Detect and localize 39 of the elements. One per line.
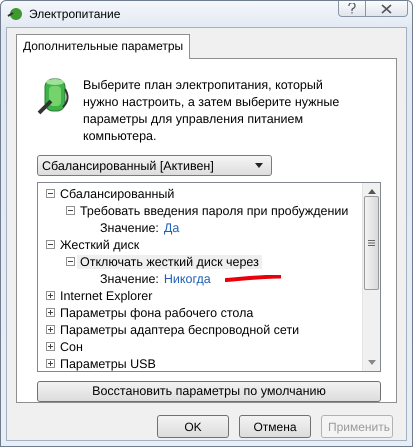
expand-icon[interactable] [46,291,55,300]
close-icon [381,4,392,14]
scroll-down-icon[interactable] [368,360,376,365]
tree-item[interactable]: Параметры фона рабочего стола [57,306,256,320]
setting-label: Значение: [100,220,159,235]
collapse-icon[interactable] [46,189,55,198]
expand-icon[interactable] [46,342,55,352]
grip-icon [368,240,375,246]
collapse-icon[interactable] [46,240,55,250]
dropdown-arrow-icon [255,163,263,168]
power-plug-icon [7,7,23,21]
plan-dropdown[interactable]: Сбалансированный [Активен] [37,155,272,176]
tree-item[interactable]: Жесткий диск [57,238,142,252]
scrollbar[interactable] [362,183,380,371]
dialog-button[interactable]: Отмена [239,415,311,438]
collapse-icon[interactable] [66,257,75,266]
help-icon [348,3,356,14]
tree-item[interactable]: Требовать введения пароля при пробуждении [77,204,352,218]
expand-icon[interactable] [46,308,55,318]
expand-icon[interactable] [46,325,55,334]
restore-defaults-button[interactable]: Восстановить параметры по умолчанию [37,380,381,402]
tree-item[interactable]: Сон [57,340,86,354]
tree-item[interactable]: Internet Explorer [57,288,156,303]
tree-item[interactable]: Сбалансированный [57,186,178,201]
dialog-button[interactable]: OK [157,415,229,438]
window-title: Электропитание [29,7,120,21]
scrollbar-thumb[interactable] [364,196,379,290]
tree-item[interactable]: Параметры USB [57,356,159,371]
expand-icon[interactable] [46,359,55,368]
help-button[interactable] [338,1,366,17]
setting-value-link[interactable]: Да [164,220,180,235]
close-button[interactable] [366,1,408,17]
setting-label: Значение: [100,272,159,286]
tree-item[interactable]: Отключать жесткий диск через [77,254,262,269]
intro-text: Выберите план электропитания, который нужно настроить, а затем выберите нужные параметры для управления питанием компьютера. [83,77,340,145]
setting-value-link[interactable]: Никогда [164,272,211,286]
collapse-icon[interactable] [66,206,75,216]
tab[interactable]: Дополнительные параметры [16,34,190,59]
tree-item[interactable]: Параметры адаптера беспроводной сети [57,322,302,337]
